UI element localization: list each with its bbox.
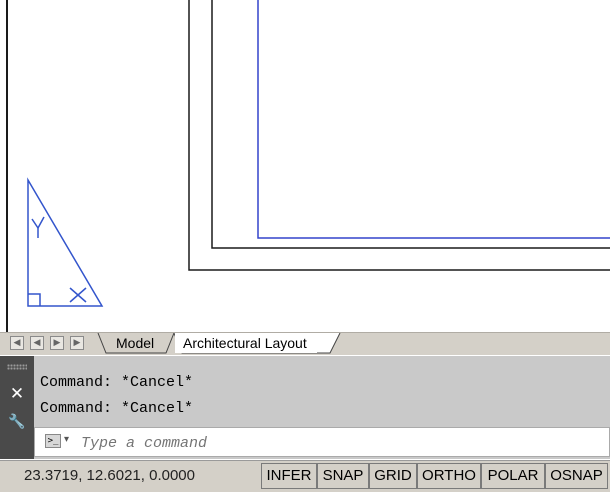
- ortho-toggle[interactable]: ORTHO: [417, 463, 481, 489]
- history-line: Command: *Cancel*: [40, 400, 194, 417]
- snap-toggle[interactable]: SNAP: [317, 463, 369, 489]
- status-bar: 23.3719, 12.6021, 0.0000 INFER SNAP GRID…: [0, 460, 610, 492]
- drag-grip-icon[interactable]: [7, 364, 27, 370]
- command-input-row: >_ ▾: [34, 427, 610, 457]
- ucs-icon: [27, 177, 104, 307]
- polar-toggle[interactable]: POLAR: [481, 463, 545, 489]
- tab-architectural-layout[interactable]: Architectural Layout: [175, 333, 317, 353]
- previous-tab-button[interactable]: ◀: [30, 336, 44, 350]
- wrench-icon[interactable]: 🔧: [0, 414, 34, 430]
- paper-border-inner: [211, 0, 610, 249]
- command-line-sidebar: ✕ 🔧: [0, 356, 34, 459]
- last-tab-button[interactable]: ▶: [70, 336, 84, 350]
- drawing-area: [27, 0, 610, 307]
- command-line-window: ✕ 🔧 Command: *Cancel* Command: *Cancel* …: [0, 356, 610, 459]
- recent-commands-arrow-icon[interactable]: ▾: [64, 434, 69, 445]
- viewport-border: [257, 0, 610, 239]
- layout-tab-bar: ◀ ◀ ▶ ▶ Model Architectural Layout: [0, 332, 610, 355]
- paper-space-canvas[interactable]: [0, 0, 610, 332]
- infer-toggle[interactable]: INFER: [261, 463, 317, 489]
- next-tab-button[interactable]: ▶: [50, 336, 64, 350]
- tab-model[interactable]: Model: [106, 333, 162, 353]
- close-icon[interactable]: ✕: [0, 384, 34, 404]
- command-prompt-icon[interactable]: >_: [45, 434, 61, 448]
- coordinate-readout[interactable]: 23.3719, 12.6021, 0.0000: [24, 467, 195, 484]
- history-line: Command: *Cancel*: [40, 374, 194, 391]
- command-history: Command: *Cancel* Command: *Cancel*: [40, 370, 193, 422]
- osnap-toggle[interactable]: OSNAP: [545, 463, 608, 489]
- paper-border-outer: [188, 0, 610, 271]
- grid-toggle[interactable]: GRID: [369, 463, 417, 489]
- command-input[interactable]: [79, 431, 583, 455]
- first-tab-button[interactable]: ◀: [10, 336, 24, 350]
